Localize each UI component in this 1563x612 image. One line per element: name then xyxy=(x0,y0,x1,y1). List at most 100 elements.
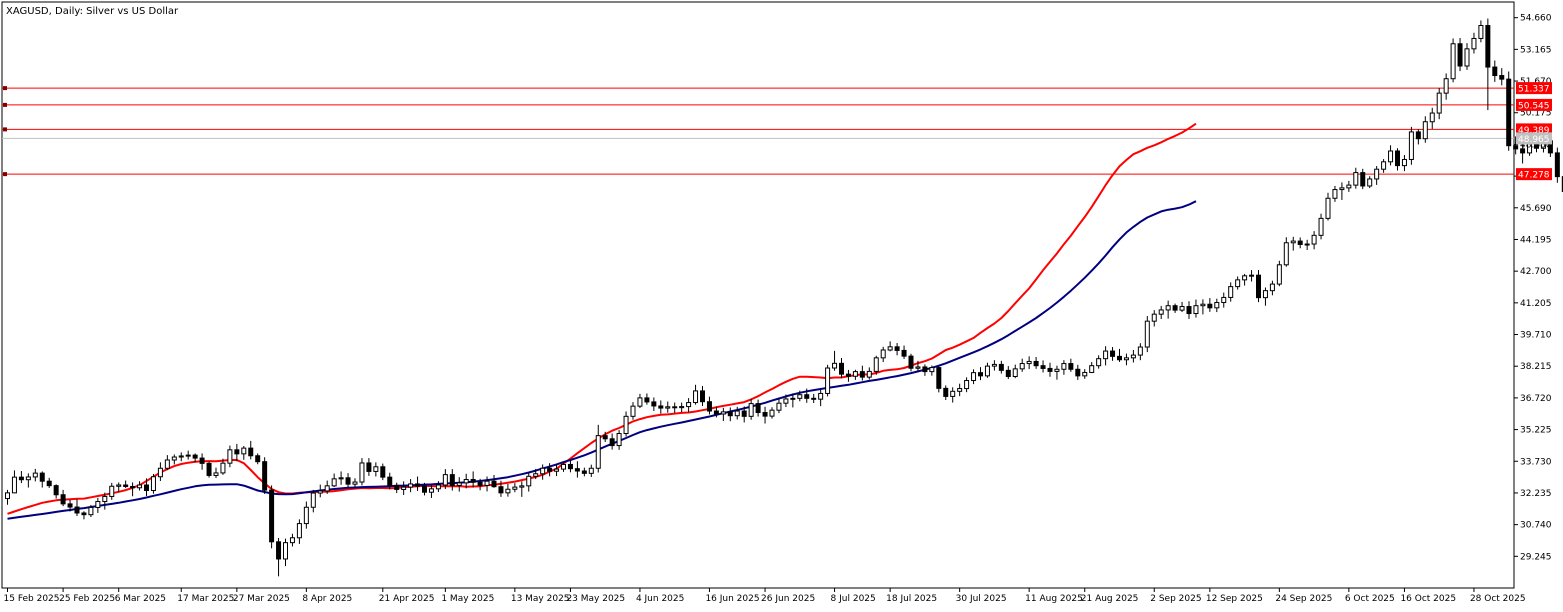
x-tick-label: 1 May 2025 xyxy=(441,594,494,604)
candle-up xyxy=(915,366,921,369)
candle-up xyxy=(1089,365,1095,373)
candle-up xyxy=(505,488,511,494)
candle-down xyxy=(1075,368,1081,377)
candle-down xyxy=(449,474,455,486)
candle-down xyxy=(901,349,907,357)
candle-up xyxy=(1103,350,1109,360)
candle-down xyxy=(415,483,421,487)
candle-up xyxy=(1082,371,1088,377)
chart-background xyxy=(0,0,1563,608)
candle-up xyxy=(866,370,872,378)
candle-up xyxy=(533,473,539,477)
candle-up xyxy=(873,357,879,372)
candle-down xyxy=(762,412,768,417)
candle-up xyxy=(1242,275,1248,281)
candle-up xyxy=(283,542,288,560)
candle-down xyxy=(936,367,942,389)
candle-down xyxy=(1047,367,1053,372)
candle-down xyxy=(845,373,851,377)
y-tick-label: 42.700 xyxy=(1520,267,1552,277)
candle-up xyxy=(1450,43,1456,80)
candle-down xyxy=(998,363,1004,371)
candle-up xyxy=(971,372,977,382)
x-tick-label: 30 Jul 2025 xyxy=(956,594,1007,604)
candle-down xyxy=(574,468,580,472)
candle-down xyxy=(1186,306,1192,315)
candle-up xyxy=(1332,189,1338,199)
candle-up xyxy=(1026,360,1032,365)
candle-down xyxy=(248,447,254,457)
x-tick-label: 27 Mar 2025 xyxy=(233,594,290,604)
candle-down xyxy=(498,486,504,494)
candle-up xyxy=(1123,357,1129,361)
candle-up xyxy=(408,483,414,488)
candle-up xyxy=(1290,240,1296,244)
candle-up xyxy=(790,397,796,400)
candle-down xyxy=(1117,355,1122,361)
candle-up xyxy=(227,449,233,464)
level-anchor-marker xyxy=(3,172,7,177)
candle-down xyxy=(123,484,129,487)
y-tick-label: 41.205 xyxy=(1520,299,1552,309)
candle-down xyxy=(859,371,865,378)
x-tick-label: 6 Mar 2025 xyxy=(115,594,166,604)
x-tick-label: 8 Apr 2025 xyxy=(302,594,352,604)
candle-down xyxy=(943,387,949,397)
y-tick-label: 38.215 xyxy=(1520,362,1552,372)
candle-down xyxy=(1457,43,1463,67)
candle-down xyxy=(144,484,149,492)
candle-down xyxy=(18,476,24,481)
candle-down xyxy=(804,394,810,399)
candle-down xyxy=(67,503,73,508)
candle-up xyxy=(1193,305,1199,315)
candle-up xyxy=(331,478,337,487)
candle-down xyxy=(192,454,198,459)
candle-up xyxy=(1346,184,1352,189)
x-tick-label: 11 Aug 2025 xyxy=(1025,594,1083,604)
level-price-label: 51.337 xyxy=(1518,85,1550,95)
candle-up xyxy=(359,462,365,483)
x-tick-label: 17 Mar 2025 xyxy=(177,594,234,604)
y-tick-label: 35.225 xyxy=(1520,426,1552,436)
candle-down xyxy=(366,462,372,472)
candle-down xyxy=(755,403,761,414)
candle-up xyxy=(1151,313,1157,322)
candle-up xyxy=(526,475,532,487)
candle-down xyxy=(380,466,386,478)
candle-up xyxy=(1269,283,1275,292)
candle-down xyxy=(1492,66,1498,77)
candle-up xyxy=(554,468,560,472)
candle-up xyxy=(561,463,566,470)
candle-up xyxy=(1443,78,1449,94)
y-tick-label: 36.720 xyxy=(1520,394,1552,404)
candle-up xyxy=(887,346,893,351)
candle-down xyxy=(567,463,573,470)
level-price-label: 50.545 xyxy=(1518,101,1550,111)
x-tick-label: 2 Sep 2025 xyxy=(1150,594,1201,604)
candle-up xyxy=(616,432,622,447)
candle-up xyxy=(984,365,990,377)
candle-up xyxy=(435,484,441,490)
candle-up xyxy=(442,474,448,486)
level-anchor-marker xyxy=(3,127,7,132)
candle-up xyxy=(1019,363,1025,370)
candle-down xyxy=(255,455,261,463)
y-tick-label: 33.730 xyxy=(1520,457,1552,467)
candle-up xyxy=(150,476,156,492)
candle-up xyxy=(783,398,789,404)
candle-down xyxy=(706,401,712,412)
candle-up xyxy=(296,523,302,539)
candle-up xyxy=(1179,306,1185,311)
candle-down xyxy=(39,472,45,482)
candle-up xyxy=(401,486,407,490)
candle-down xyxy=(276,541,282,560)
candle-down xyxy=(1499,75,1505,80)
candle-up xyxy=(171,456,177,461)
candle-down xyxy=(658,405,664,409)
candle-up xyxy=(665,406,671,409)
candle-down xyxy=(1256,274,1261,299)
candle-down xyxy=(81,512,87,516)
x-tick-label: 24 Sep 2025 xyxy=(1275,594,1332,604)
candle-down xyxy=(1033,360,1039,367)
chart-title: XAGUSD, Daily: Silver vs US Dollar xyxy=(6,6,179,17)
